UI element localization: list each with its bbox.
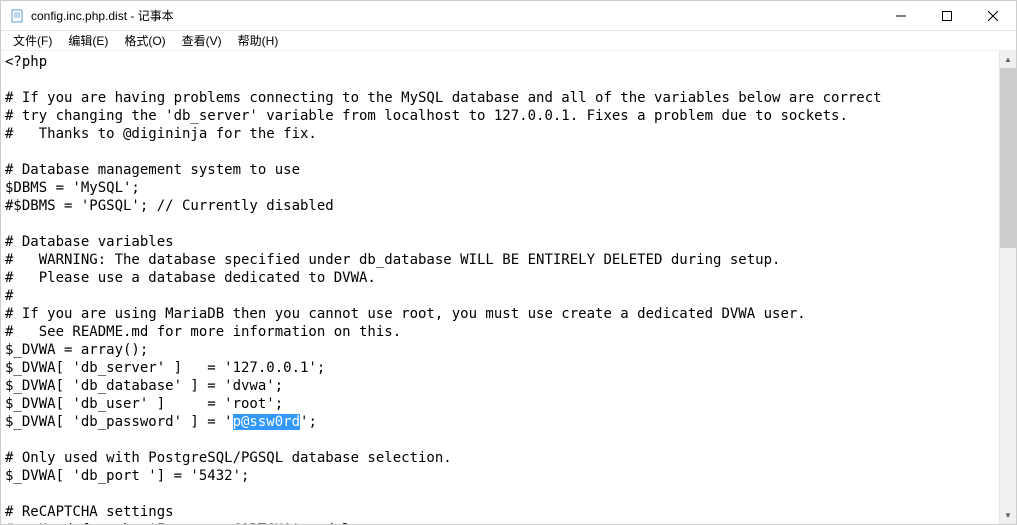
- code-line: $_DVWA = array();: [5, 342, 148, 358]
- code-line: # WARNING: The database specified under …: [5, 252, 780, 268]
- minimize-button[interactable]: [878, 1, 924, 30]
- window-controls: [878, 1, 1016, 30]
- code-line-suffix: ';: [300, 414, 317, 430]
- vertical-scrollbar[interactable]: ▲ ▼: [999, 51, 1016, 524]
- scroll-up-arrow-icon[interactable]: ▲: [1000, 51, 1016, 68]
- menu-help[interactable]: 帮助(H): [230, 30, 287, 51]
- code-line: # If you are using MariaDB then you cann…: [5, 306, 806, 322]
- content-wrapper: <?php # If you are having problems conne…: [1, 51, 1016, 524]
- code-line: $_DVWA[ 'db_database' ] = 'dvwa';: [5, 378, 283, 394]
- code-line: #$DBMS = 'PGSQL'; // Currently disabled: [5, 198, 334, 214]
- code-line: # try changing the 'db_server' variable …: [5, 108, 848, 124]
- code-line: $_DVWA[ 'db_user' ] = 'root';: [5, 396, 283, 412]
- code-line: $_DVWA[ 'db_server' ] = '127.0.0.1';: [5, 360, 325, 376]
- titlebar: config.inc.php.dist - 记事本: [1, 1, 1016, 31]
- code-line: # Database management system to use: [5, 162, 300, 178]
- code-line: #: [5, 288, 13, 304]
- menu-format[interactable]: 格式(O): [116, 30, 173, 51]
- code-line: # Used for the 'Insecure CAPTCHA' module: [5, 522, 359, 524]
- code-line: # Please use a database dedicated to DVW…: [5, 270, 376, 286]
- selected-text: p@ssw0rd: [233, 414, 300, 430]
- window-title: config.inc.php.dist - 记事本: [31, 7, 878, 24]
- menu-file[interactable]: 文件(F): [5, 30, 60, 51]
- text-editor-area[interactable]: <?php # If you are having problems conne…: [1, 51, 999, 524]
- code-line: # See README.md for more information on …: [5, 324, 401, 340]
- maximize-button[interactable]: [924, 1, 970, 30]
- menu-view[interactable]: 查看(V): [174, 30, 230, 51]
- code-line: # ReCAPTCHA settings: [5, 504, 174, 520]
- code-line: $_DVWA[ 'db_port '] = '5432';: [5, 468, 249, 484]
- menu-edit[interactable]: 编辑(E): [60, 30, 116, 51]
- code-line: $DBMS = 'MySQL';: [5, 180, 140, 196]
- scroll-thumb[interactable]: [1000, 68, 1016, 248]
- code-line: # Only used with PostgreSQL/PGSQL databa…: [5, 450, 452, 466]
- code-line: <?php: [5, 54, 47, 70]
- code-line-prefix: $_DVWA[ 'db_password' ] = ': [5, 414, 233, 430]
- menubar: 文件(F) 编辑(E) 格式(O) 查看(V) 帮助(H): [1, 31, 1016, 51]
- scroll-down-arrow-icon[interactable]: ▼: [1000, 507, 1016, 524]
- code-line: # Database variables: [5, 234, 174, 250]
- notepad-icon: [9, 8, 25, 24]
- code-line: # If you are having problems connecting …: [5, 90, 882, 106]
- code-line: # Thanks to @digininja for the fix.: [5, 126, 317, 142]
- close-button[interactable]: [970, 1, 1016, 30]
